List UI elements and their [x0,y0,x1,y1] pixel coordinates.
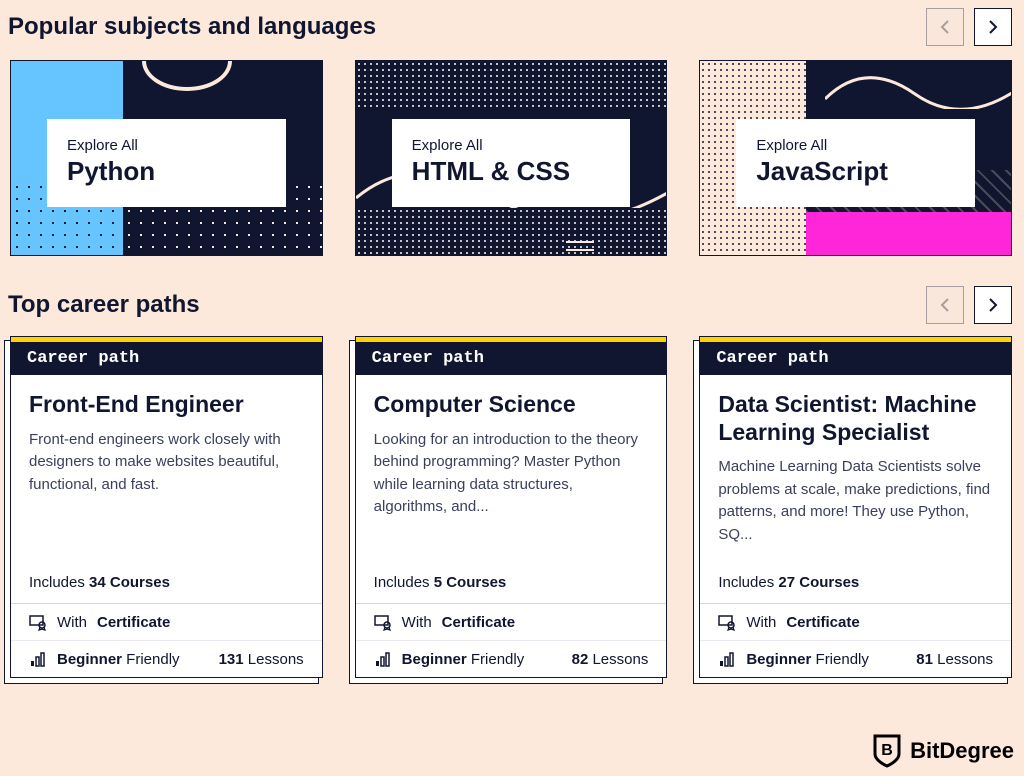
courses-count: 5 Courses [434,574,507,591]
level-bold: Beginner [402,651,467,668]
careers-header: Top career paths [0,278,1024,330]
career-card-body: Data Scientist: Machine Learning Special… [700,375,1011,562]
subjects-header: Popular subjects and languages [0,0,1024,52]
courses-count: 34 Courses [89,574,170,591]
career-description: Front-end engineers work closely with de… [29,429,304,497]
certificate-row: With Certificate [356,604,667,640]
subjects-row: Explore All Python Explore All HTML & CS… [0,52,1024,278]
certificate-row: With Certificate [11,604,322,640]
explore-all-label: Explore All [756,137,955,154]
lessons-count: 82 [572,651,589,668]
lessons-word: Lessons [933,651,993,668]
cert-word: Certificate [97,614,170,631]
level-rest: Friendly [122,651,180,668]
career-footer: With Certificate Beginner Friendly 81 Le… [700,603,1011,677]
career-card-computer-science[interactable]: Career path Computer Science Looking for… [355,336,668,678]
subject-label: Explore All JavaScript [736,119,975,207]
certificate-row: With Certificate [700,604,1011,640]
career-description: Machine Learning Data Scientists solve p… [718,456,993,546]
chevron-left-icon [939,19,951,35]
bitdegree-shield-icon: B [872,734,902,768]
includes-prefix: Includes [29,574,89,591]
certificate-icon [29,613,47,631]
level-bold: Beginner [57,651,122,668]
career-card-body: Front-End Engineer Front-end engineers w… [11,375,322,562]
lessons-count: 81 [916,651,933,668]
explore-all-label: Explore All [67,137,266,154]
subjects-nav [926,8,1012,46]
chevron-left-icon [939,297,951,313]
lessons-count: 131 [219,651,244,668]
level-icon [29,650,47,668]
career-path-badge: Career path [700,337,1011,375]
brand-name: BitDegree [910,738,1014,764]
includes-line: Includes 5 Courses [356,562,667,603]
includes-line: Includes 27 Courses [700,562,1011,603]
courses-count: 27 Courses [778,574,859,591]
level-rest: Friendly [467,651,525,668]
career-title: Front-End Engineer [29,391,304,419]
career-card-body: Computer Science Looking for an introduc… [356,375,667,562]
subject-name: JavaScript [756,156,955,187]
subject-name: Python [67,156,266,187]
subjects-prev-button[interactable] [926,8,964,46]
career-description: Looking for an introduction to the theor… [374,429,649,519]
explore-all-label: Explore All [412,137,611,154]
level-row: Beginner Friendly 82 Lessons [356,640,667,677]
wave-decor [825,69,1012,109]
careers-prev-button[interactable] [926,286,964,324]
cert-prefix: With [402,614,432,631]
career-path-badge: Career path [356,337,667,375]
level-icon [374,650,392,668]
certificate-icon [718,613,736,631]
career-title: Computer Science [374,391,649,419]
certificate-icon [374,613,392,631]
subjects-next-button[interactable] [974,8,1012,46]
bitdegree-watermark: B BitDegree [872,734,1014,768]
career-path-badge: Career path [11,337,322,375]
lessons-word: Lessons [244,651,304,668]
subject-label: Explore All Python [47,119,286,207]
includes-prefix: Includes [374,574,434,591]
includes-line: Includes 34 Courses [11,562,322,603]
career-footer: With Certificate Beginner Friendly 131 L… [11,603,322,677]
careers-title: Top career paths [8,291,200,319]
level-rest: Friendly [811,651,869,668]
subject-card-javascript[interactable]: Explore All JavaScript [699,60,1012,256]
subject-label: Explore All HTML & CSS [392,119,631,207]
subject-name: HTML & CSS [412,156,611,187]
level-row: Beginner Friendly 81 Lessons [700,640,1011,677]
cert-prefix: With [57,614,87,631]
cert-prefix: With [746,614,776,631]
includes-prefix: Includes [718,574,778,591]
subjects-title: Popular subjects and languages [8,13,376,41]
level-icon [718,650,736,668]
chevron-right-icon [987,297,999,313]
svg-text:B: B [881,742,893,759]
careers-nav [926,286,1012,324]
careers-next-button[interactable] [974,286,1012,324]
career-footer: With Certificate Beginner Friendly 82 Le… [356,603,667,677]
subject-card-python[interactable]: Explore All Python [10,60,323,256]
lessons-word: Lessons [588,651,648,668]
cert-word: Certificate [442,614,515,631]
cert-word: Certificate [786,614,859,631]
subject-card-html-css[interactable]: Explore All HTML & CSS [355,60,668,256]
career-card-data-scientist[interactable]: Career path Data Scientist: Machine Lear… [699,336,1012,678]
career-card-front-end-engineer[interactable]: Career path Front-End Engineer Front-end… [10,336,323,678]
chevron-right-icon [987,19,999,35]
level-row: Beginner Friendly 131 Lessons [11,640,322,677]
career-title: Data Scientist: Machine Learning Special… [718,391,993,446]
careers-row: Career path Front-End Engineer Front-end… [0,330,1024,678]
level-bold: Beginner [746,651,811,668]
